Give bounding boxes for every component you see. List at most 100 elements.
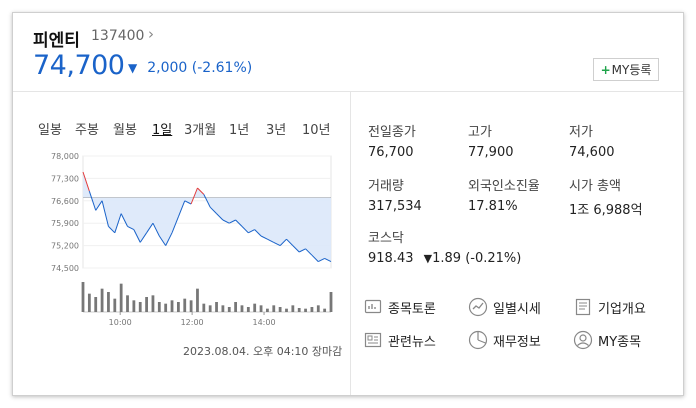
current-price: 74,700 [33, 50, 125, 81]
volume-bar [94, 297, 98, 312]
document-icon [573, 297, 593, 317]
link-label: 일별시세 [493, 301, 541, 317]
index-change: 1.89 [432, 251, 462, 266]
volume-bar [246, 307, 250, 312]
x-tick-label: 12:00 [181, 318, 204, 327]
link-label: 관련뉴스 [388, 334, 436, 350]
tab-1year[interactable]: 1년 [229, 119, 249, 138]
person-icon [573, 330, 593, 350]
tab-10year[interactable]: 10년 [302, 119, 331, 138]
link-label: 재무정보 [493, 334, 541, 350]
volume-bar [164, 303, 168, 312]
volume-bar [329, 292, 333, 312]
index-name: 코스닥 [368, 231, 404, 246]
volume-bar [87, 293, 91, 312]
volume-bar [126, 295, 129, 312]
volume-bar [272, 305, 276, 312]
volume-bar [107, 292, 110, 312]
index-change-percent: (-0.21%) [465, 251, 522, 266]
link-my-stocks[interactable]: MY종목 [573, 330, 641, 350]
link-related-news[interactable]: 관련뉴스 [363, 330, 436, 350]
my-register-button[interactable]: + MY등록 [593, 58, 659, 81]
tab-3month[interactable]: 3개월 [184, 119, 216, 138]
down-arrow-icon: ▼ [423, 252, 433, 265]
index-row: 918.43 ▼1.89 (-0.21%) [368, 251, 521, 266]
volume-bar [170, 300, 174, 312]
stat-volume: 거래량 317,534 [368, 175, 422, 214]
stat-high: 고가 77,900 [468, 121, 514, 160]
stat-label: 외국인소진율 [468, 179, 540, 194]
volume-bar [234, 302, 238, 312]
chevron-right-icon[interactable]: › [148, 25, 154, 43]
news-icon [363, 330, 383, 350]
volume-bar [323, 308, 327, 312]
stat-label: 시가 총액 [569, 179, 621, 194]
tab-monthly[interactable]: 월봉 [113, 119, 137, 138]
tab-weekly[interactable]: 주봉 [75, 119, 99, 138]
x-tick-label: 14:00 [253, 318, 276, 327]
link-label: MY종목 [598, 334, 642, 350]
volume-bar [202, 303, 206, 312]
link-financials[interactable]: 재무정보 [468, 330, 541, 350]
link-daily-quotes[interactable]: 일별시세 [468, 297, 541, 317]
volume-bar [157, 302, 161, 312]
plus-icon: + [600, 62, 611, 77]
x-tick-label: 10:00 [109, 318, 132, 327]
stat-label: 전일종가 [368, 125, 416, 140]
volume-bar [316, 305, 320, 312]
stat-label: 거래량 [368, 179, 404, 194]
stat-value: 76,700 [368, 145, 414, 160]
volume-bar [297, 308, 301, 312]
pie-chart-icon [468, 330, 488, 350]
my-register-label: MY등록 [611, 63, 652, 77]
stat-value: 1조 6,988억 [569, 203, 643, 218]
volume-bar [221, 305, 225, 312]
volume-bar [215, 302, 218, 312]
volume-bar [259, 305, 263, 312]
y-tick-label: 78,000 [51, 152, 79, 161]
volume-bar [240, 305, 244, 312]
stat-value: 77,900 [468, 145, 514, 160]
down-arrow-icon: ▼ [128, 61, 138, 75]
tab-daily[interactable]: 일봉 [38, 119, 62, 138]
tab-1day[interactable]: 1일 [152, 119, 172, 138]
volume-bar [227, 307, 231, 312]
volume-bar [132, 300, 136, 312]
link-company-overview[interactable]: 기업개요 [573, 297, 646, 317]
volume-bar [291, 305, 295, 312]
y-tick-label: 75,200 [51, 242, 79, 251]
stat-label: 고가 [468, 125, 492, 140]
volume-bar [253, 303, 257, 312]
stat-foreign-ratio: 외국인소진율 17.81% [468, 175, 540, 214]
stat-value: 74,600 [569, 145, 615, 160]
volume-bar [208, 305, 212, 312]
stock-name[interactable]: 피엔티 [33, 26, 80, 51]
y-tick-label: 77,300 [51, 174, 79, 183]
link-label: 종목토론 [388, 301, 436, 317]
stock-code[interactable]: 137400 [91, 28, 144, 44]
volume-bar [100, 288, 104, 312]
volume-bar [196, 288, 199, 312]
discussion-icon [363, 297, 383, 317]
volume-bar [176, 302, 180, 312]
market-datetime: 2023.08.04. 오후 04:10 장마감 [183, 345, 343, 358]
volume-bar [189, 300, 193, 312]
stat-value: 317,534 [368, 199, 422, 214]
index-value: 918.43 [368, 251, 414, 266]
volume-bar [151, 295, 155, 312]
volume-bar [310, 307, 314, 312]
stat-label: 저가 [569, 125, 593, 140]
y-tick-label: 76,600 [51, 197, 79, 206]
change-amount: 2,000 [147, 60, 188, 76]
link-discussion[interactable]: 종목토론 [363, 297, 436, 317]
divider [13, 91, 683, 92]
volume-bar [183, 298, 187, 312]
volume-bar [285, 308, 288, 312]
volume-bar [81, 282, 85, 312]
volume-bar [138, 302, 142, 312]
tab-3year[interactable]: 3년 [266, 119, 286, 138]
volume-bar [304, 308, 307, 312]
intraday-chart[interactable]: 78,000 77,300 76,600 75,900 75,200 74,500 10:0… [41, 150, 341, 332]
stock-card: 피엔티 137400 › 74,700 ▼ 2,000 (-2.61%) + MY등… [12, 12, 684, 396]
daily-chart-icon [468, 297, 488, 317]
